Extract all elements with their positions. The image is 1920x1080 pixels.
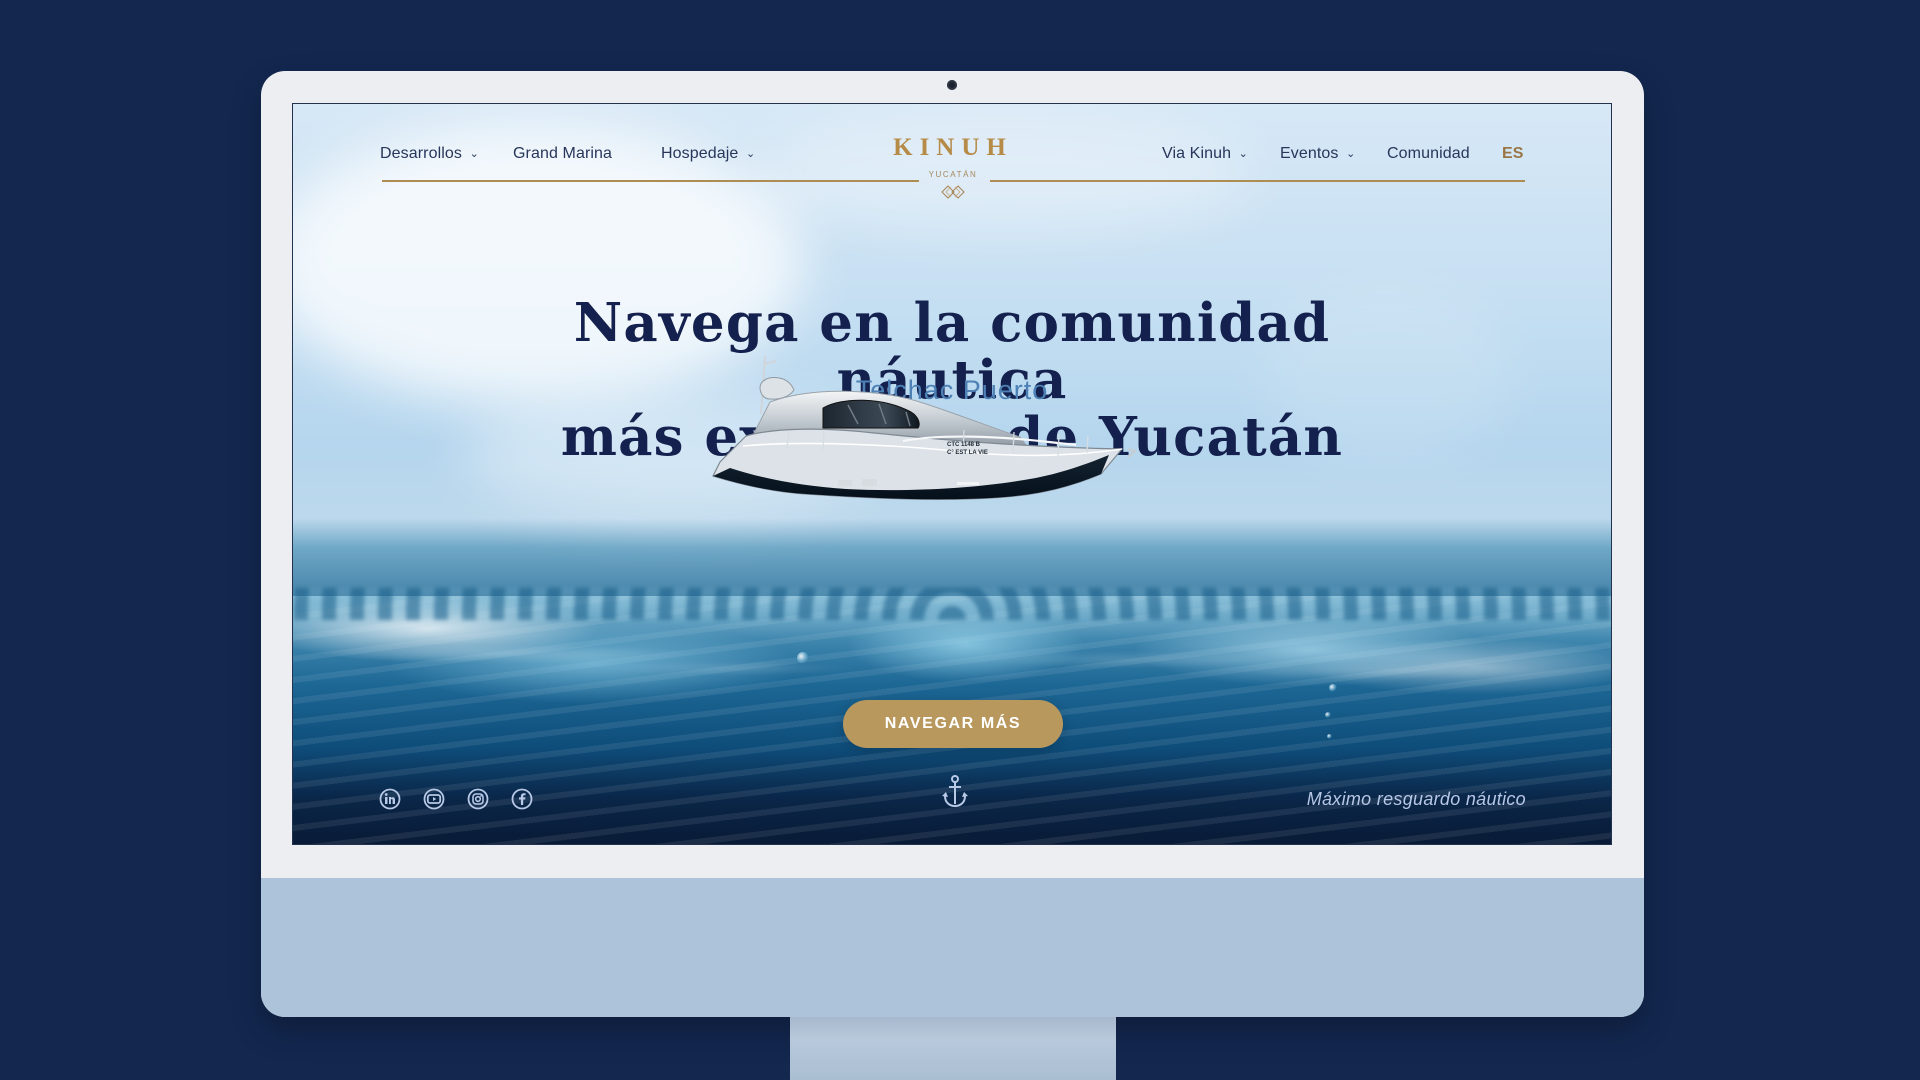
yacht-name: C° EST LA VIE <box>947 450 988 456</box>
hero-section: Navega en la comunidad náutica más exclu… <box>293 104 1611 844</box>
instagram-icon[interactable] <box>467 788 489 810</box>
monitor-stand <box>790 1017 1116 1080</box>
linkedin-icon[interactable] <box>379 788 401 810</box>
yacht-registration: CTC 1148 B <box>947 442 981 448</box>
anchor-icon <box>942 775 968 808</box>
navigate-more-button[interactable]: NAVEGAR MÁS <box>843 700 1063 748</box>
yacht-image: CTC 1148 B C° EST LA VIE <box>712 355 1138 500</box>
social-links <box>379 788 533 812</box>
youtube-icon[interactable] <box>423 788 445 810</box>
monitor-showcase: Desarrollos ⌄ Grand Marina Hospedaje ⌄ K… <box>0 0 1920 1080</box>
facebook-icon[interactable] <box>511 788 533 810</box>
monitor-chin <box>261 878 1644 1017</box>
desktop-monitor: Desarrollos ⌄ Grand Marina Hospedaje ⌄ K… <box>261 71 1644 1017</box>
website-screen: Desarrollos ⌄ Grand Marina Hospedaje ⌄ K… <box>292 103 1612 845</box>
camera <box>947 80 957 90</box>
footer-tagline: Máximo resguardo náutico <box>1306 789 1526 809</box>
